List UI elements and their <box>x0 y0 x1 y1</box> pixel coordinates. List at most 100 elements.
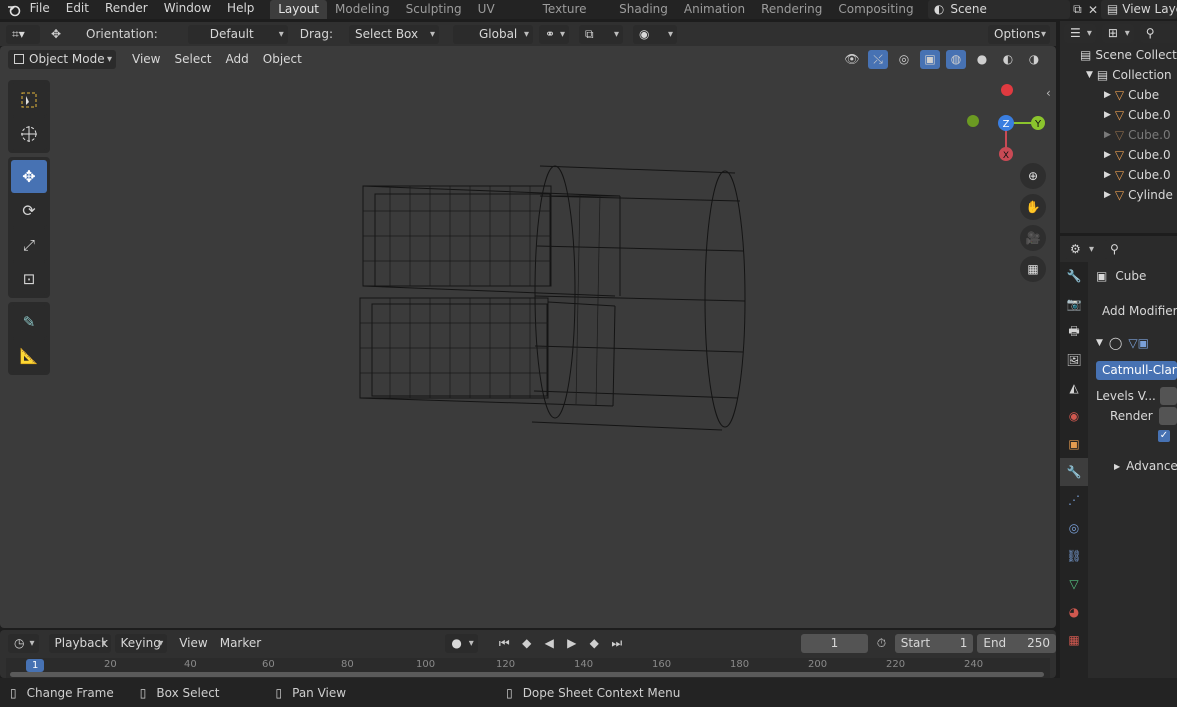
collapse-arrow-icon[interactable]: ▶ <box>1104 130 1111 140</box>
frame-ruler[interactable]: 1 20 40 60 80 100 120 140 160 180 200 22… <box>6 658 1050 678</box>
tab-animation[interactable]: Animation <box>676 0 753 19</box>
editor-type-dropdown[interactable]: ◷ <box>8 633 39 653</box>
xray-icon[interactable]: ▣ <box>920 49 940 69</box>
tool-tab-icon[interactable]: 🔧 <box>1060 262 1088 290</box>
collapse-arrow-icon[interactable]: ▶ <box>1104 150 1111 160</box>
tab-modeling[interactable]: Modeling <box>327 0 398 19</box>
outliner-object-row[interactable]: ▶ ▽ Cube.0 <box>1080 125 1177 145</box>
sidebar-toggle-icon[interactable]: ‹ <box>1046 86 1051 100</box>
keyframe-type-dropdown[interactable]: ● <box>445 633 478 653</box>
visibility-icon[interactable]: 👁 <box>842 50 862 69</box>
current-frame-field[interactable]: 1 <box>800 633 869 653</box>
timeline-view-menu[interactable]: View <box>175 632 211 654</box>
properties-editor-type[interactable]: ⚙ <box>1064 239 1098 259</box>
render-tab-icon[interactable]: 📷 <box>1060 290 1088 318</box>
collapse-arrow-icon[interactable]: ▶ <box>1104 110 1111 120</box>
measure-tool[interactable]: 📐 <box>11 339 47 372</box>
scene-selector[interactable]: ◐ Scene <box>927 0 1070 19</box>
timeline-scrollbar[interactable] <box>10 672 1044 677</box>
pan-hand-icon[interactable]: ✋ <box>1020 194 1046 220</box>
outliner-editor-type[interactable]: ☰ <box>1064 23 1096 43</box>
levels-viewport-row[interactable]: Levels V... <box>1096 386 1177 406</box>
mode-dropdown[interactable]: Object Mode <box>8 49 116 69</box>
playhead[interactable]: 1 <box>26 659 45 672</box>
viewport-menu-add[interactable]: Add <box>222 48 253 70</box>
navigation-gizmo[interactable]: Z Y X <box>960 82 1050 162</box>
keying-menu[interactable]: Keying <box>114 633 168 653</box>
rotate-tool[interactable]: ⟳ <box>11 194 47 227</box>
expand-arrow-icon[interactable]: ▼ <box>1086 70 1093 80</box>
levels-field[interactable] <box>1159 387 1177 405</box>
render-field[interactable] <box>1158 407 1177 425</box>
clock-icon[interactable]: ⏱ <box>872 634 891 653</box>
transform-tool[interactable]: ⊡ <box>11 262 47 295</box>
outliner-object-row[interactable]: ▶ ▽ Cube.0 <box>1080 145 1177 165</box>
camera-icon[interactable]: 🎥 <box>1020 225 1046 251</box>
tab-uv-editing[interactable]: UV Editing <box>470 0 535 35</box>
scene-collection-row[interactable]: ▤Scene Collection <box>1080 45 1177 65</box>
gizmo-toggle-icon[interactable]: ⤯ <box>868 49 888 69</box>
collapse-arrow-icon[interactable]: ▶ <box>1104 190 1111 200</box>
texture-tab-icon[interactable]: ▦ <box>1060 626 1088 654</box>
viewport-menu-view[interactable]: View <box>128 48 164 70</box>
menu-window[interactable]: Window <box>156 0 219 19</box>
neg-y-axis-ball[interactable] <box>967 115 979 127</box>
view-layer-tab-icon[interactable]: 🖼 <box>1060 346 1088 374</box>
world-tab-icon[interactable]: ◉ <box>1060 402 1088 430</box>
snap-dropdown[interactable]: ⧉ <box>578 24 623 44</box>
playback-menu[interactable]: Playback <box>48 633 111 653</box>
output-tab-icon[interactable]: 🖶 <box>1060 318 1088 346</box>
end-frame-field[interactable]: End 250 <box>977 633 1056 653</box>
add-modifier-button[interactable]: Add Modifier <box>1096 302 1177 321</box>
optimal-display-row[interactable]: ✓ <box>1096 426 1177 446</box>
viewport-menu-object[interactable]: Object <box>259 48 306 70</box>
shading-rendered-icon[interactable]: ◑ <box>1024 50 1044 69</box>
physics-tab-icon[interactable]: ◎ <box>1060 514 1088 542</box>
outliner-object-row[interactable]: ▶ ▽ Cube <box>1080 85 1177 105</box>
cursor-tool[interactable] <box>11 117 47 150</box>
menu-help[interactable]: Help <box>219 0 262 19</box>
render-levels-row[interactable]: Render <box>1096 406 1177 426</box>
neg-z-axis-ball[interactable] <box>1001 84 1013 96</box>
modifier-toggles-icon[interactable]: ▽▣ <box>1128 336 1149 350</box>
viewport-menu-select[interactable]: Select <box>170 48 215 70</box>
menu-edit[interactable]: Edit <box>58 0 97 19</box>
drag-dropdown[interactable]: Select Box <box>348 24 439 44</box>
outliner-object-row[interactable]: ▶ ▽ Cube.0 <box>1080 105 1177 125</box>
view-layer-selector[interactable]: ▤ View Layer <box>1100 0 1177 19</box>
blender-logo-icon[interactable] <box>6 0 22 19</box>
close-scene-icon[interactable]: ✕ <box>1085 0 1101 19</box>
transform-orientation-dropdown[interactable]: Global <box>452 24 533 44</box>
move-tool[interactable]: ✥ <box>11 160 47 193</box>
scene-tab-icon[interactable]: ◭ <box>1060 374 1088 402</box>
outliner-object-row[interactable]: ▶ ▽ Cube.0 <box>1080 165 1177 185</box>
shading-wireframe-icon[interactable]: ◍ <box>946 49 966 69</box>
collapse-arrow-icon[interactable]: ▶ <box>1104 90 1111 100</box>
options-dropdown[interactable]: Options <box>988 24 1050 44</box>
collapse-arrow-icon[interactable]: ▶ <box>1104 170 1111 180</box>
material-tab-icon[interactable]: ◕ <box>1060 598 1088 626</box>
prev-keyframe-icon[interactable]: ◆ <box>517 634 536 653</box>
start-frame-field[interactable]: Start 1 <box>894 633 974 653</box>
annotate-tool[interactable]: ✎ <box>11 305 47 338</box>
constraints-tab-icon[interactable]: ⛓ <box>1060 542 1088 570</box>
shading-solid-icon[interactable]: ● <box>972 50 992 69</box>
collapse-arrow-icon[interactable]: ▶ <box>1114 462 1120 471</box>
orientation-dropdown[interactable]: Default <box>187 24 288 44</box>
particles-tab-icon[interactable]: ⋰ <box>1060 486 1088 514</box>
outliner-display-mode[interactable]: ⊞ <box>1101 23 1134 43</box>
3d-viewport[interactable] <box>0 46 1056 628</box>
subdivision-type-catmull[interactable]: Catmull-Clark <box>1096 361 1177 380</box>
perspective-grid-icon[interactable]: ▦ <box>1020 256 1046 282</box>
tool-select-dropdown[interactable]: ⌗▾ <box>6 24 40 44</box>
tab-shading[interactable]: Shading <box>611 0 676 19</box>
tab-layout[interactable]: Layout <box>270 0 328 19</box>
checkbox-checked-icon[interactable]: ✓ <box>1158 430 1170 442</box>
overlay-icon[interactable]: ◎ <box>894 50 914 69</box>
scale-tool[interactable]: ⤢ <box>11 228 47 261</box>
tab-sculpting[interactable]: Sculpting <box>398 0 470 19</box>
shading-material-icon[interactable]: ◐ <box>998 50 1018 69</box>
collection-row[interactable]: ▼ ▤ Collection <box>1080 65 1177 85</box>
play-icon[interactable]: ▶ <box>563 634 582 653</box>
select-box-tool[interactable] <box>11 83 47 116</box>
